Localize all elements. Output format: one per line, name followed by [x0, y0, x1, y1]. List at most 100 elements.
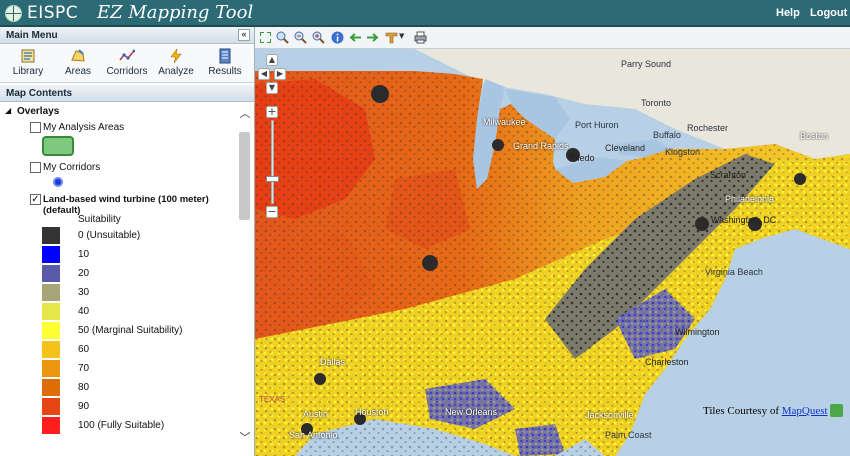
- pan-left-icon[interactable]: ◀: [258, 68, 270, 80]
- app-title-eispc: EISPC: [27, 3, 79, 23]
- map-label-texas: TEXAS: [259, 395, 286, 404]
- suitability-legend-title: Suitability: [78, 214, 121, 225]
- map-view[interactable]: ▼ ▲ ◀ ▶ ▼ + − Parry Sound Milwaukee Gran…: [255, 27, 850, 456]
- map-label-scranton: Scranton: [710, 170, 747, 180]
- legend-label: 40: [78, 306, 90, 317]
- mapquest-link[interactable]: MapQuest: [782, 405, 828, 417]
- left-panel: Main Menu « Library Areas Corridors Anal…: [0, 27, 255, 456]
- map-label-jacksonville: Jacksonville: [585, 410, 634, 420]
- map-toolbar: ▼: [255, 27, 850, 49]
- zoom-in-button[interactable]: +: [266, 106, 278, 118]
- map-label-cleveland: Cleveland: [605, 143, 646, 153]
- app-title-ez-mapping-tool: EZ Mapping Tool: [97, 2, 254, 23]
- pan-right-icon[interactable]: ▶: [274, 68, 286, 80]
- pan-up-icon[interactable]: ▲: [266, 54, 278, 66]
- library-button[interactable]: Library: [3, 48, 53, 82]
- legend-label: 100 (Fully Suitable): [78, 420, 165, 431]
- identify-info-icon[interactable]: [331, 31, 344, 44]
- legend-label: 80: [78, 382, 90, 393]
- zoom-slider-track[interactable]: [271, 120, 274, 204]
- legend-swatch: [42, 303, 60, 320]
- map-label-wilmington: Wilmington: [675, 327, 720, 337]
- map-label-grand-rapids: Grand Rapids: [513, 141, 569, 151]
- measure-dropdown-chevron-icon[interactable]: ▼: [399, 32, 404, 40]
- pan-down-icon[interactable]: ▼: [266, 82, 278, 94]
- map-label-houston: Houston: [355, 407, 389, 417]
- scroll-down-arrow-icon[interactable]: ﹀: [239, 432, 251, 443]
- map-label-rochester: Rochester: [687, 123, 729, 133]
- my-corridors-label: My Corridors: [43, 162, 101, 173]
- library-icon: [21, 49, 35, 63]
- app-header: EISPC EZ Mapping Tool Help Logout: [0, 0, 850, 27]
- legend-swatch: [42, 360, 60, 377]
- suitability-map-canvas: [255, 49, 850, 456]
- zoom-box-icon[interactable]: [312, 31, 325, 44]
- legend-swatch: [42, 265, 60, 282]
- areas-icon: [71, 49, 85, 62]
- map-label-parry-sound: Parry Sound: [621, 59, 672, 69]
- results-button[interactable]: Results: [200, 48, 250, 82]
- legend-swatch: [42, 341, 60, 358]
- map-contents-scrollbar[interactable]: ︿ ﹀: [237, 103, 253, 456]
- map-contents-header: Map Contents: [0, 85, 254, 102]
- map-label-buffalo: Buffalo: [653, 130, 681, 140]
- zoom-out-button[interactable]: −: [266, 206, 278, 218]
- map-contents-title: Map Contents: [6, 88, 73, 99]
- my-corridors-checkbox[interactable]: [30, 162, 41, 173]
- legend-swatch: [42, 284, 60, 301]
- legend-label: 0 (Unsuitable): [78, 230, 141, 241]
- analyze-icon: [170, 48, 182, 64]
- wind-turbine-layer-checkbox[interactable]: ✓: [30, 194, 41, 205]
- results-icon: [219, 48, 231, 64]
- legend-label: 70: [78, 363, 90, 374]
- map-label-toronto: Toronto: [641, 98, 672, 108]
- map-label-milwaukee: Milwaukee: [483, 117, 526, 127]
- logout-link[interactable]: Logout: [810, 7, 847, 19]
- my-analysis-areas-checkbox[interactable]: [30, 122, 41, 133]
- help-link[interactable]: Help: [776, 7, 800, 19]
- analyze-button[interactable]: Analyze: [151, 48, 201, 82]
- full-extent-icon[interactable]: [259, 31, 272, 44]
- legend-swatch: [42, 417, 60, 434]
- map-label-san-antonio: San Antonio: [289, 430, 338, 440]
- legend-swatch: [42, 227, 60, 244]
- collapse-panel-button[interactable]: «: [238, 29, 250, 41]
- legend-label: 90: [78, 401, 90, 412]
- tile-attribution: Tiles Courtesy of MapQuest: [703, 405, 828, 417]
- map-label-kingston: Kingston: [665, 147, 701, 157]
- legend-swatch: [42, 398, 60, 415]
- next-extent-arrow-icon[interactable]: [366, 31, 379, 44]
- my-analysis-areas-label: My Analysis Areas: [43, 122, 125, 133]
- results-label: Results: [208, 66, 242, 77]
- zoom-slider-handle[interactable]: [266, 176, 279, 182]
- library-label: Library: [12, 66, 44, 77]
- corridor-point-symbol-icon: [53, 177, 63, 187]
- zoom-out-magnifier-icon[interactable]: [294, 31, 307, 44]
- scrollbar-thumb[interactable]: [239, 132, 250, 220]
- legend-label: 60: [78, 344, 90, 355]
- areas-label: Areas: [64, 66, 92, 77]
- map-label-washington-dc: Washington, DC: [711, 215, 777, 225]
- map-label-dallas: Dallas: [320, 357, 346, 367]
- analysis-area-legend-swatch: [42, 136, 74, 156]
- legend-label: 30: [78, 287, 90, 298]
- scroll-up-arrow-icon[interactable]: ︿: [239, 108, 251, 119]
- corridors-button[interactable]: Corridors: [102, 48, 152, 82]
- legend-swatch: [42, 246, 60, 263]
- wind-turbine-layer-label: Land-based wind turbine (100 meter) (def…: [43, 194, 209, 216]
- zoom-in-magnifier-icon[interactable]: [276, 31, 289, 44]
- legend-swatch: [42, 322, 60, 339]
- map-label-port-huron: Port Huron: [575, 120, 619, 130]
- previous-extent-arrow-icon[interactable]: [349, 31, 362, 44]
- main-menu-title: Main Menu: [6, 30, 58, 41]
- overlays-collapse-triangle-icon[interactable]: ◢: [5, 106, 11, 115]
- measure-ruler-icon[interactable]: [385, 31, 398, 44]
- map-navigation-control: ▲ ◀ ▶ ▼ + −: [258, 54, 286, 220]
- areas-button[interactable]: Areas: [53, 48, 103, 82]
- app-window: EISPC EZ Mapping Tool Help Logout Main M…: [0, 0, 850, 456]
- map-label-charleston: Charleston: [645, 357, 689, 367]
- corridors-label: Corridors: [106, 66, 148, 77]
- map-label-boston: Boston: [800, 131, 829, 141]
- mapquest-logo-icon: [830, 404, 843, 417]
- print-icon[interactable]: [414, 31, 427, 44]
